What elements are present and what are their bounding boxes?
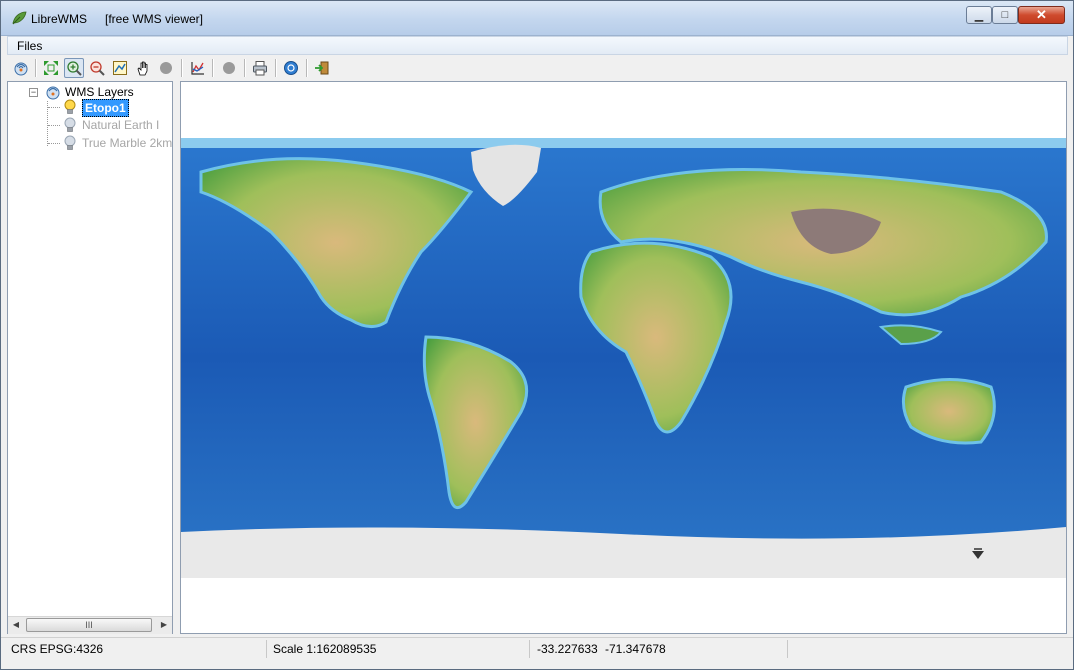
print-button[interactable] xyxy=(250,58,270,78)
tree-layer-1[interactable]: Natural Earth I xyxy=(82,117,159,133)
tree-connector xyxy=(48,107,60,108)
scroll-right-icon[interactable]: ▶ xyxy=(158,619,170,631)
exit-icon xyxy=(315,61,329,75)
wms-layers-icon xyxy=(46,86,60,100)
app-title: LibreWMS xyxy=(31,12,88,26)
pan-button[interactable] xyxy=(133,58,153,78)
tree-root-label[interactable]: WMS Layers xyxy=(65,84,134,100)
print-icon xyxy=(253,61,267,76)
zoom-out-button[interactable] xyxy=(87,58,107,78)
disabled-tool-button[interactable] xyxy=(156,58,176,78)
tree-horizontal-scrollbar[interactable]: ◀ III ▶ xyxy=(8,616,172,634)
close-icon: ✕ xyxy=(1036,7,1047,22)
lightbulb-on-icon[interactable] xyxy=(63,99,77,115)
status-scale: Scale 1:162089535 xyxy=(273,642,377,656)
close-button[interactable]: ✕ xyxy=(1018,6,1065,24)
minimize-icon: ▁ xyxy=(974,9,984,22)
layer-tree-panel: − WMS Layers xyxy=(7,81,173,634)
tree-connector xyxy=(48,143,60,144)
layer-properties-button[interactable] xyxy=(110,58,130,78)
menu-files[interactable]: Files xyxy=(17,39,42,53)
toolbar-separator xyxy=(181,59,183,77)
minimize-button[interactable]: ▁ xyxy=(966,6,992,24)
wms-connect-button[interactable] xyxy=(11,58,31,78)
exit-button[interactable] xyxy=(312,58,332,78)
title-bar[interactable]: LibreWMS [free WMS viewer] ▁ □ ✕ xyxy=(1,1,1073,36)
status-bar: CRS EPSG:4326 Scale 1:162089535 -33.2276… xyxy=(1,637,1073,660)
menu-bar: Files xyxy=(7,36,1068,55)
disabled-circle-icon xyxy=(160,62,172,74)
app-window: LibreWMS [free WMS viewer] ▁ □ ✕ Files −… xyxy=(0,0,1074,670)
layer-properties-icon xyxy=(113,61,127,75)
app-subtitle: [free WMS viewer] xyxy=(105,12,204,26)
toolbar-separator xyxy=(244,59,246,77)
tree-layer-0[interactable]: Etopo1 xyxy=(82,99,129,117)
lightbulb-off-icon[interactable] xyxy=(63,117,77,133)
tree-layer-2[interactable]: True Marble 2km xyxy=(82,135,172,151)
scroll-thumb[interactable]: III xyxy=(26,618,152,632)
help-icon xyxy=(284,61,298,75)
zoom-full-extent-icon xyxy=(44,61,58,75)
zoom-out-icon xyxy=(90,61,105,76)
chart-icon xyxy=(191,62,204,75)
scroll-left-icon[interactable]: ◀ xyxy=(10,619,22,631)
lightbulb-off-icon[interactable] xyxy=(63,135,77,151)
zoom-in-icon xyxy=(67,61,82,76)
status-crs: CRS EPSG:4326 xyxy=(11,642,104,656)
world-map-etopo xyxy=(181,138,1066,578)
chart-button[interactable] xyxy=(188,58,208,78)
status-coord-x: -33.227633 xyxy=(537,642,598,656)
status-coord-y: -71.347678 xyxy=(605,642,666,656)
status-separator xyxy=(787,640,788,658)
tree-connector xyxy=(48,125,60,126)
pan-hand-icon xyxy=(137,61,148,76)
status-separator xyxy=(266,640,267,658)
toolbar-separator xyxy=(212,59,214,77)
collapse-toggle-icon[interactable]: − xyxy=(29,88,38,97)
help-button[interactable] xyxy=(281,58,301,78)
disabled-circle-icon xyxy=(223,62,235,74)
wms-connect-icon xyxy=(14,62,28,76)
maximize-icon: □ xyxy=(1001,9,1009,21)
toolbar xyxy=(7,56,1068,80)
zoom-full-extent-button[interactable] xyxy=(41,58,61,78)
toolbar-separator xyxy=(306,59,308,77)
toolbar-separator xyxy=(275,59,277,77)
status-separator xyxy=(529,640,530,658)
map-view[interactable] xyxy=(180,81,1067,634)
zoom-in-button[interactable] xyxy=(64,58,84,78)
disabled-tool-button[interactable] xyxy=(219,58,239,78)
toolbar-separator xyxy=(35,59,37,77)
app-leaf-icon xyxy=(12,11,27,25)
maximize-button[interactable]: □ xyxy=(992,6,1018,24)
